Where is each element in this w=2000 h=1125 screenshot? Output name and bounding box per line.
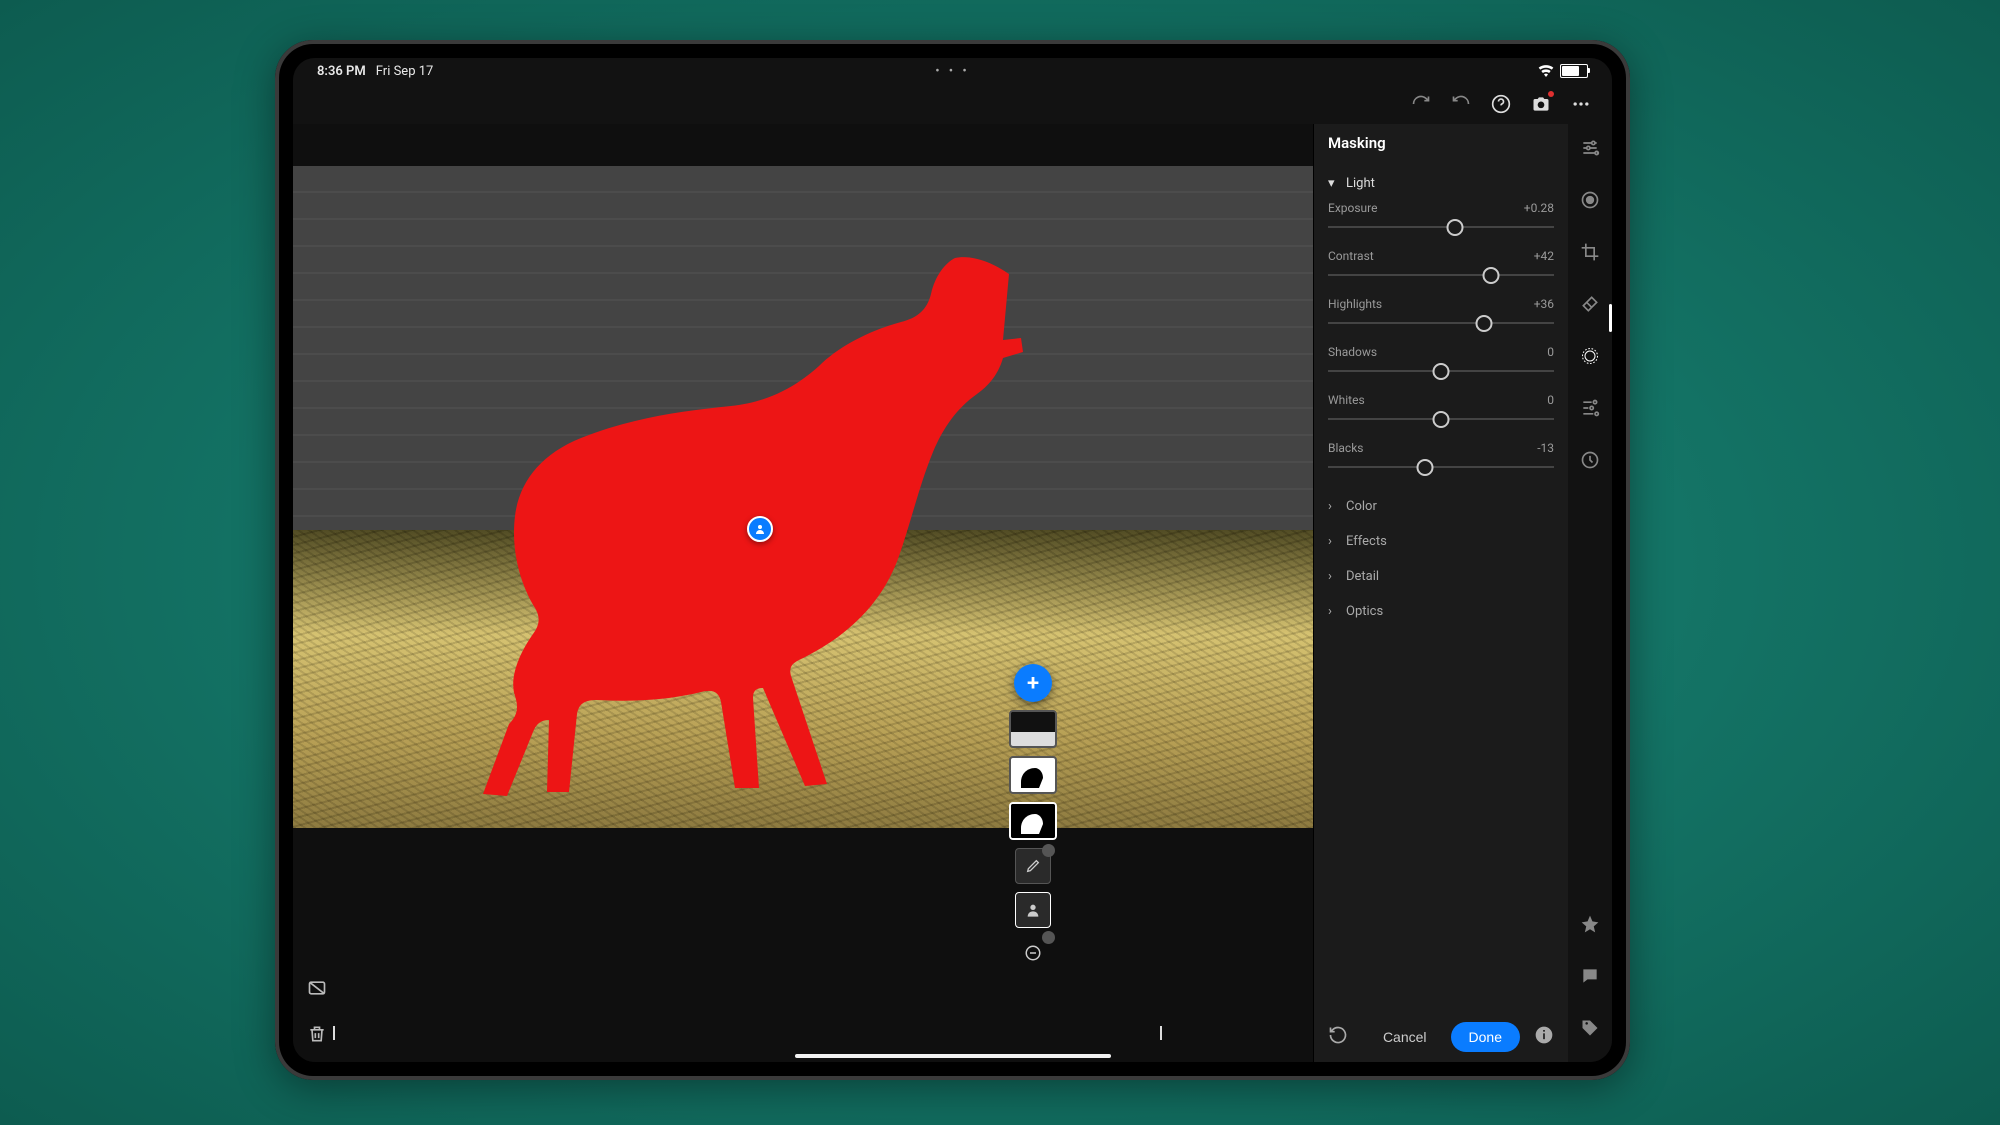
section-color[interactable]: ›Color: [1328, 499, 1554, 514]
done-button[interactable]: Done: [1451, 1022, 1520, 1052]
section-effects[interactable]: ›Effects: [1328, 534, 1554, 549]
canvas[interactable]: +: [293, 124, 1313, 1062]
tag-icon[interactable]: [1576, 1014, 1604, 1042]
section-light[interactable]: ▾Light: [1328, 176, 1554, 191]
versions-icon[interactable]: [1576, 446, 1604, 474]
battery-icon: [1560, 64, 1588, 78]
home-indicator[interactable]: [795, 1054, 1111, 1058]
slider-blacks[interactable]: Blacks-13: [1328, 441, 1554, 473]
status-date: Fri Sep 17: [376, 64, 434, 79]
tablet-frame: 8:36 PM Fri Sep 17 • • •: [275, 40, 1630, 1080]
info-icon[interactable]: [1534, 1025, 1554, 1049]
slider-exposure[interactable]: Exposure+0.28: [1328, 201, 1554, 233]
app-toolbar: [293, 84, 1612, 124]
redo-icon[interactable]: [1410, 93, 1432, 115]
healing-icon[interactable]: [1576, 290, 1604, 318]
star-icon[interactable]: [1576, 910, 1604, 938]
comment-icon[interactable]: [1576, 962, 1604, 990]
status-time: 8:36 PM: [317, 64, 366, 79]
trash-icon[interactable]: [307, 1024, 327, 1048]
more-icon[interactable]: [1570, 93, 1592, 115]
mask-thumb-1[interactable]: [1009, 710, 1057, 748]
slider-whites[interactable]: Whites0: [1328, 393, 1554, 425]
adjust-icon[interactable]: [1576, 134, 1604, 162]
slider-highlights[interactable]: Highlights+36: [1328, 297, 1554, 329]
photo: [293, 166, 1313, 828]
brush-tool[interactable]: [1015, 848, 1051, 884]
slider-shadows[interactable]: Shadows0: [1328, 345, 1554, 377]
screen: 8:36 PM Fri Sep 17 • • •: [293, 58, 1612, 1062]
section-detail[interactable]: ›Detail: [1328, 569, 1554, 584]
help-icon[interactable]: [1490, 93, 1512, 115]
multitask-dots[interactable]: • • •: [935, 64, 970, 79]
undo-icon[interactable]: [1450, 93, 1472, 115]
crop-icon[interactable]: [1576, 238, 1604, 266]
mask-thumb-3[interactable]: [1009, 802, 1057, 840]
add-mask-button[interactable]: +: [1014, 664, 1052, 702]
subtract-tool[interactable]: [1016, 936, 1050, 970]
color-icon[interactable]: [1576, 186, 1604, 214]
wifi-icon: [1538, 65, 1554, 77]
status-bar: 8:36 PM Fri Sep 17 • • •: [293, 58, 1612, 84]
panel-title: Masking: [1328, 134, 1554, 152]
right-tool-rail: [1568, 124, 1612, 1062]
mask-stack: +: [1009, 664, 1057, 970]
select-subject-tool[interactable]: [1015, 892, 1051, 928]
camera-icon[interactable]: [1530, 93, 1552, 115]
mask-thumb-2[interactable]: [1009, 756, 1057, 794]
subject-pin[interactable]: [747, 516, 773, 542]
filmstrip[interactable]: [333, 1026, 1273, 1040]
compare-icon[interactable]: [307, 978, 327, 1002]
section-optics[interactable]: ›Optics: [1328, 604, 1554, 619]
masking-icon[interactable]: [1576, 342, 1604, 370]
masking-panel: Masking ▾Light Exposure+0.28 Contrast+42…: [1313, 124, 1568, 1062]
slider-contrast[interactable]: Contrast+42: [1328, 249, 1554, 281]
cancel-button[interactable]: Cancel: [1373, 1022, 1437, 1052]
presets-icon[interactable]: [1576, 394, 1604, 422]
reset-icon[interactable]: [1328, 1025, 1348, 1049]
masked-subject-horse: [413, 236, 1053, 796]
